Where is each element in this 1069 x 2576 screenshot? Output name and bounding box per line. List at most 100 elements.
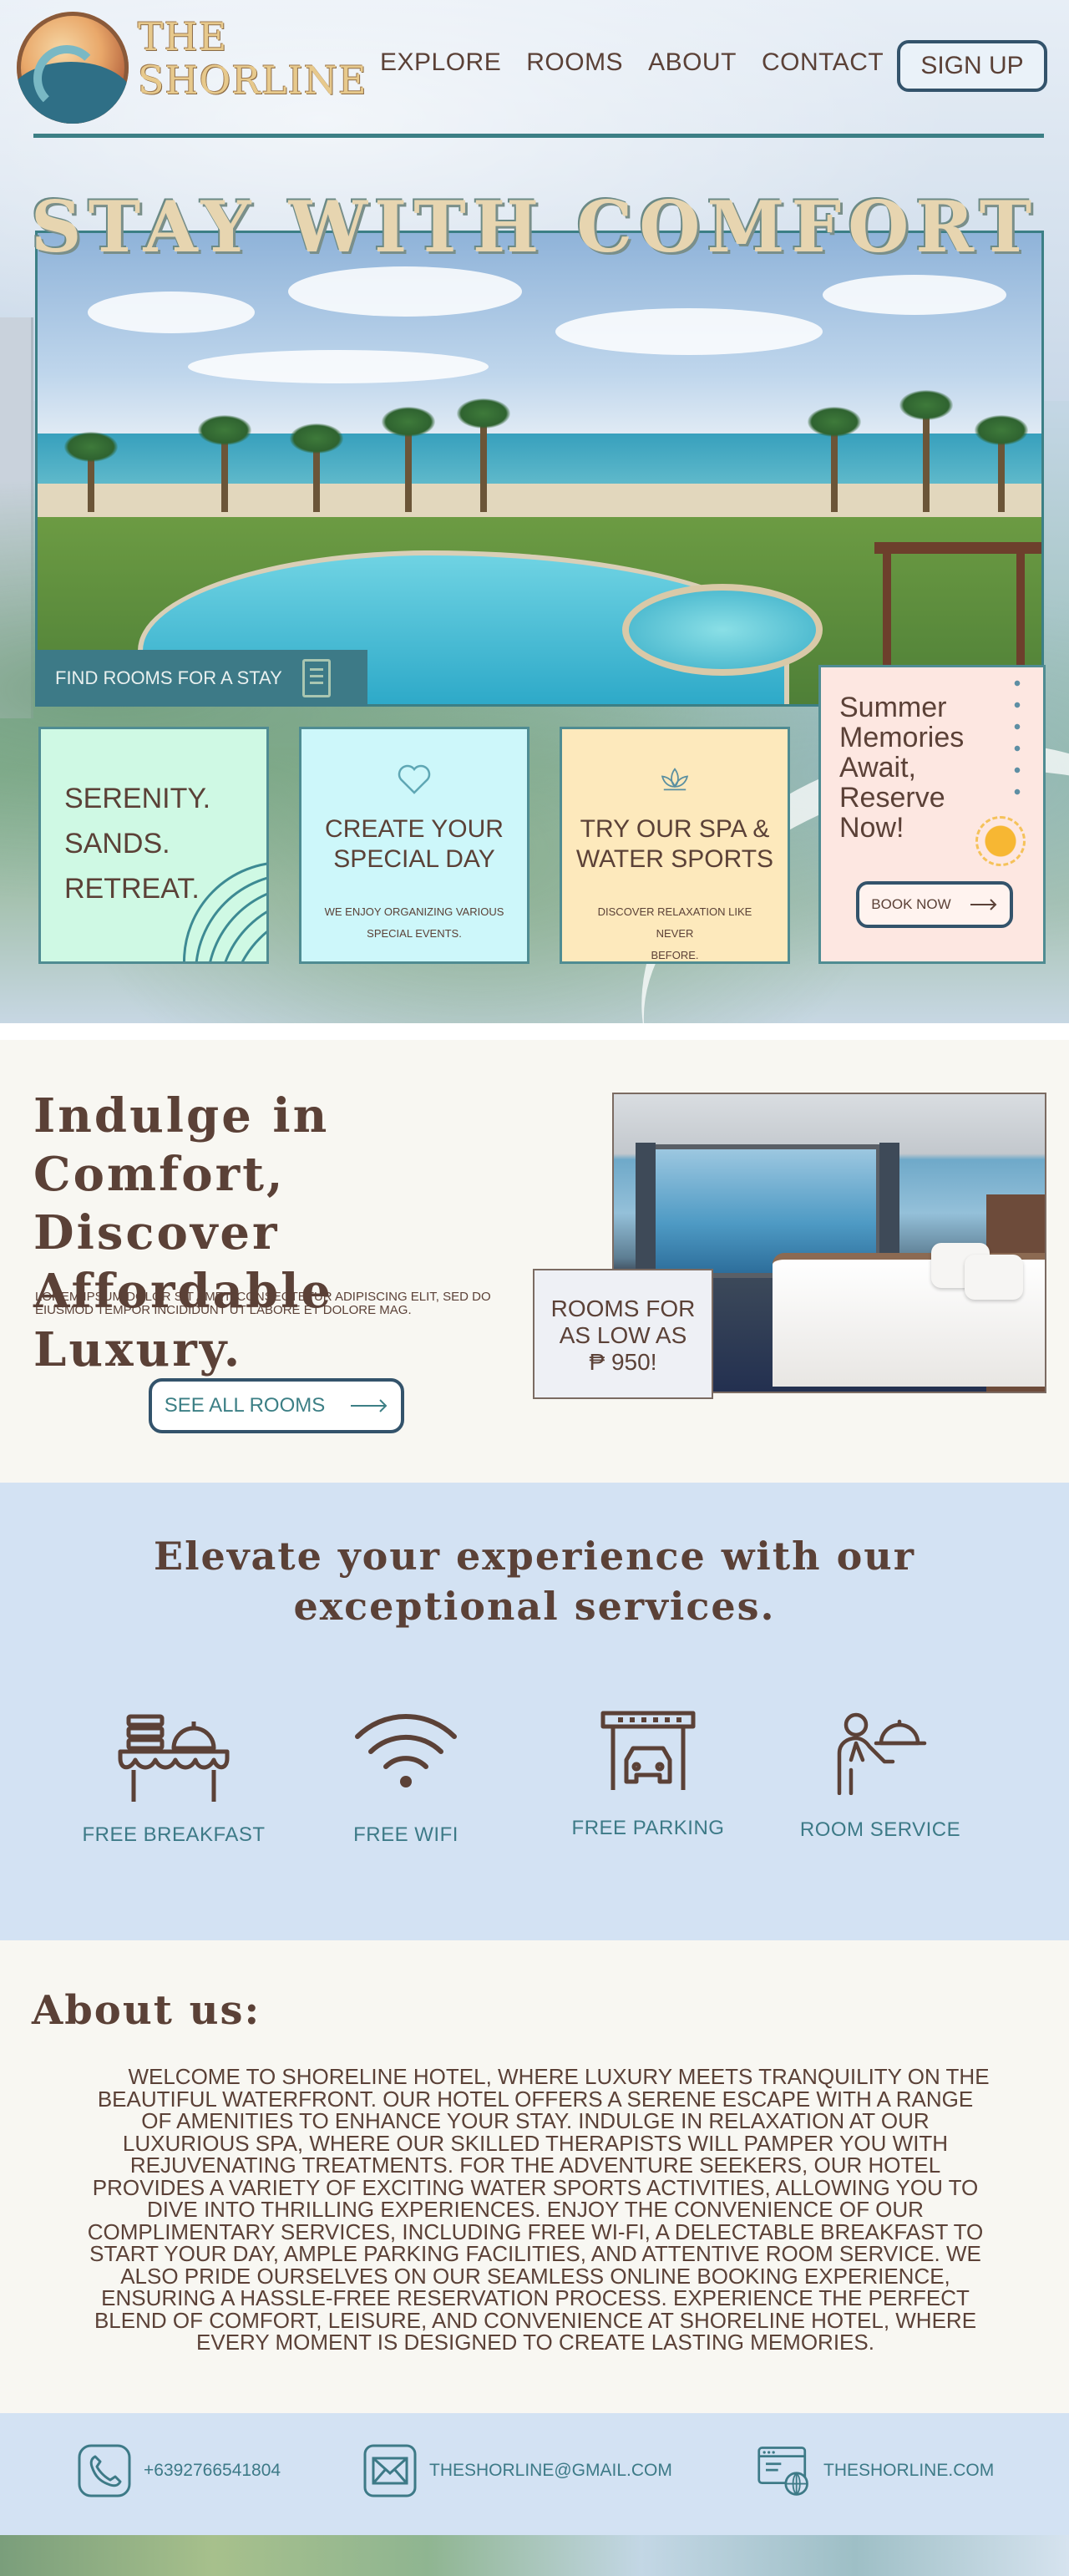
service-label: FREE PARKING	[571, 1817, 725, 1839]
nav-explore[interactable]: EXPLORE	[380, 48, 501, 77]
cloud	[188, 350, 489, 383]
nav-about[interactable]: ABOUT	[648, 48, 737, 77]
card-title-line: TRY OUR SPA &	[580, 815, 770, 843]
service-free-parking: FREE PARKING	[548, 1710, 748, 1840]
sun-icon	[975, 816, 1026, 866]
email-icon	[362, 2443, 418, 2498]
logo-line-2: SHORLINE	[138, 58, 367, 103]
page: THE SHORLINE EXPLORE ROOMS ABOUT CONTACT…	[0, 0, 1069, 2576]
promo-line: Now!	[839, 812, 904, 844]
service-label: FREE BREAKFAST	[82, 1823, 266, 1846]
lotus-icon	[661, 768, 689, 791]
header-divider	[33, 134, 1044, 138]
card-special-day-subtitle: WE ENJOY ORGANIZING VARIOUS SPECIAL EVEN…	[301, 901, 527, 945]
palm-tree	[899, 390, 953, 512]
phone-number: +6392766541804	[144, 2461, 281, 2480]
feature-card-spa[interactable]: TRY OUR SPA & WATER SPORTS DISCOVER RELA…	[560, 727, 790, 964]
see-all-rooms-button[interactable]: SEE ALL ROOMS	[149, 1378, 404, 1433]
main-nav: EXPLORE ROOMS ABOUT CONTACT	[380, 48, 909, 77]
wifi-icon	[355, 1713, 457, 1787]
palm-tree	[198, 415, 251, 512]
promo-line: Reserve	[839, 782, 945, 814]
service-free-wifi: FREE WIFI	[306, 1710, 506, 1847]
phone-icon	[77, 2443, 132, 2498]
price-line: ROOMS FOR	[550, 1296, 696, 1321]
palm-tree	[457, 398, 510, 512]
heart-icon	[398, 764, 431, 794]
about-heading: About us:	[32, 1987, 261, 2034]
price-line: AS LOW AS	[559, 1322, 687, 1348]
phone-link[interactable]: +6392766541804	[77, 2443, 281, 2498]
price-badge: ROOMS FOR AS LOW AS ₱ 950!	[533, 1269, 713, 1399]
card-spa-subtitle: DISCOVER RELAXATION LIKE NEVER BEFORE.	[562, 901, 788, 966]
nav-contact[interactable]: CONTACT	[762, 48, 884, 77]
palm-tree	[808, 407, 861, 512]
card-title-line: WATER SPORTS	[575, 845, 774, 873]
document-icon	[301, 659, 331, 697]
pergola	[874, 542, 1041, 684]
about-body: Welcome to Shoreline Hotel, where luxury…	[87, 2064, 990, 2355]
website-url: THESHORLINE.COM	[823, 2461, 995, 2480]
jacuzzi	[622, 584, 823, 676]
find-rooms-label: FIND ROOMS FOR A STAY	[55, 667, 282, 688]
palm-tree	[290, 423, 343, 512]
services-heading: Elevate your experience with our excepti…	[0, 1531, 1069, 1631]
indulge-heading: Indulge in Comfort, Discover Affordable …	[33, 1087, 585, 1379]
logo-line-1: THE	[138, 14, 228, 59]
palm-tree	[64, 432, 118, 512]
email-link[interactable]: THESHORLINE@GMAIL.COM	[362, 2443, 672, 2498]
signup-button[interactable]: SIGN UP	[897, 40, 1047, 92]
indulge-section: Indulge in Comfort, Discover Affordable …	[0, 1040, 1069, 1483]
website-icon	[757, 2443, 812, 2498]
cloud	[288, 266, 522, 317]
arrow-right-icon	[970, 899, 997, 910]
logo-wave-icon[interactable]	[17, 12, 129, 124]
service-label: FREE WIFI	[353, 1823, 459, 1846]
indulge-description: Lorem ipsum dolor sit amet, consectetur …	[35, 1290, 491, 1317]
card-spa-title: TRY OUR SPA & WATER SPORTS	[562, 814, 788, 875]
card-subtitle-line: BEFORE.	[651, 949, 699, 961]
find-rooms-button[interactable]: FIND ROOMS FOR A STAY	[35, 650, 367, 707]
price-line: ₱ 950!	[589, 1349, 657, 1375]
about-section: About us: Welcome to Shoreline Hotel, wh…	[0, 1940, 1069, 2413]
contact-section: +6392766541804 THESHORLINE@GMAIL.COM THE…	[0, 2413, 1069, 2535]
card-subtitle-line: WE ENJOY ORGANIZING VARIOUS	[324, 905, 504, 918]
cloud	[823, 275, 1006, 315]
card-title-line: SPECIAL DAY	[333, 845, 495, 873]
card-line: SERENITY.	[64, 783, 211, 814]
nav-rooms[interactable]: ROOMS	[526, 48, 623, 77]
see-all-rooms-label: SEE ALL ROOMS	[164, 1394, 326, 1417]
services-heading-line: Elevate your experience with our	[154, 1534, 915, 1579]
card-subtitle-line: SPECIAL EVENTS.	[367, 927, 462, 940]
website-link[interactable]: THESHORLINE.COM	[757, 2443, 994, 2498]
footer-image-strip	[0, 2535, 1069, 2576]
arrow-right-icon	[351, 1399, 388, 1412]
hero-title: STAY WITH COMFORT	[30, 185, 1039, 268]
palm-tree	[975, 415, 1028, 512]
dots-pattern	[1005, 672, 1030, 798]
book-now-label: BOOK NOW	[871, 896, 951, 912]
feature-card-special-day[interactable]: CREATE YOUR SPECIAL DAY WE ENJOY ORGANIZ…	[299, 727, 529, 964]
promo-text: Summer Memories Await, Reserve Now!	[839, 692, 964, 843]
indulge-heading-line: Luxury.	[33, 1322, 243, 1377]
service-room-service: ROOM SERVICE	[780, 1710, 980, 1842]
breakfast-icon	[118, 1714, 230, 1802]
card-title-line: CREATE YOUR	[325, 815, 504, 843]
card-subtitle-line: DISCOVER RELAXATION LIKE NEVER	[597, 905, 752, 940]
promo-line: Await,	[839, 752, 916, 783]
wave-lines-icon	[166, 844, 266, 961]
indulge-heading-line: Indulge in Comfort,	[33, 1088, 330, 1202]
services-heading-line: exceptional services.	[293, 1584, 776, 1629]
summer-promo-card: Summer Memories Await, Reserve Now! BOOK…	[818, 665, 1046, 964]
cloud	[555, 308, 823, 355]
promo-line: Summer	[839, 692, 947, 723]
card-special-day-title: CREATE YOUR SPECIAL DAY	[301, 814, 527, 875]
logo-text[interactable]: THE SHORLINE	[138, 15, 367, 102]
services-section: Elevate your experience with our excepti…	[0, 1483, 1069, 1940]
feature-card-serenity[interactable]: SERENITY. SANDS. RETREAT.	[38, 727, 269, 964]
palm-tree	[382, 407, 435, 512]
service-label: ROOM SERVICE	[799, 1818, 961, 1841]
logo-wave-curl	[33, 45, 100, 112]
book-now-button[interactable]: BOOK NOW	[856, 881, 1013, 928]
hero-resort-image	[35, 231, 1044, 707]
